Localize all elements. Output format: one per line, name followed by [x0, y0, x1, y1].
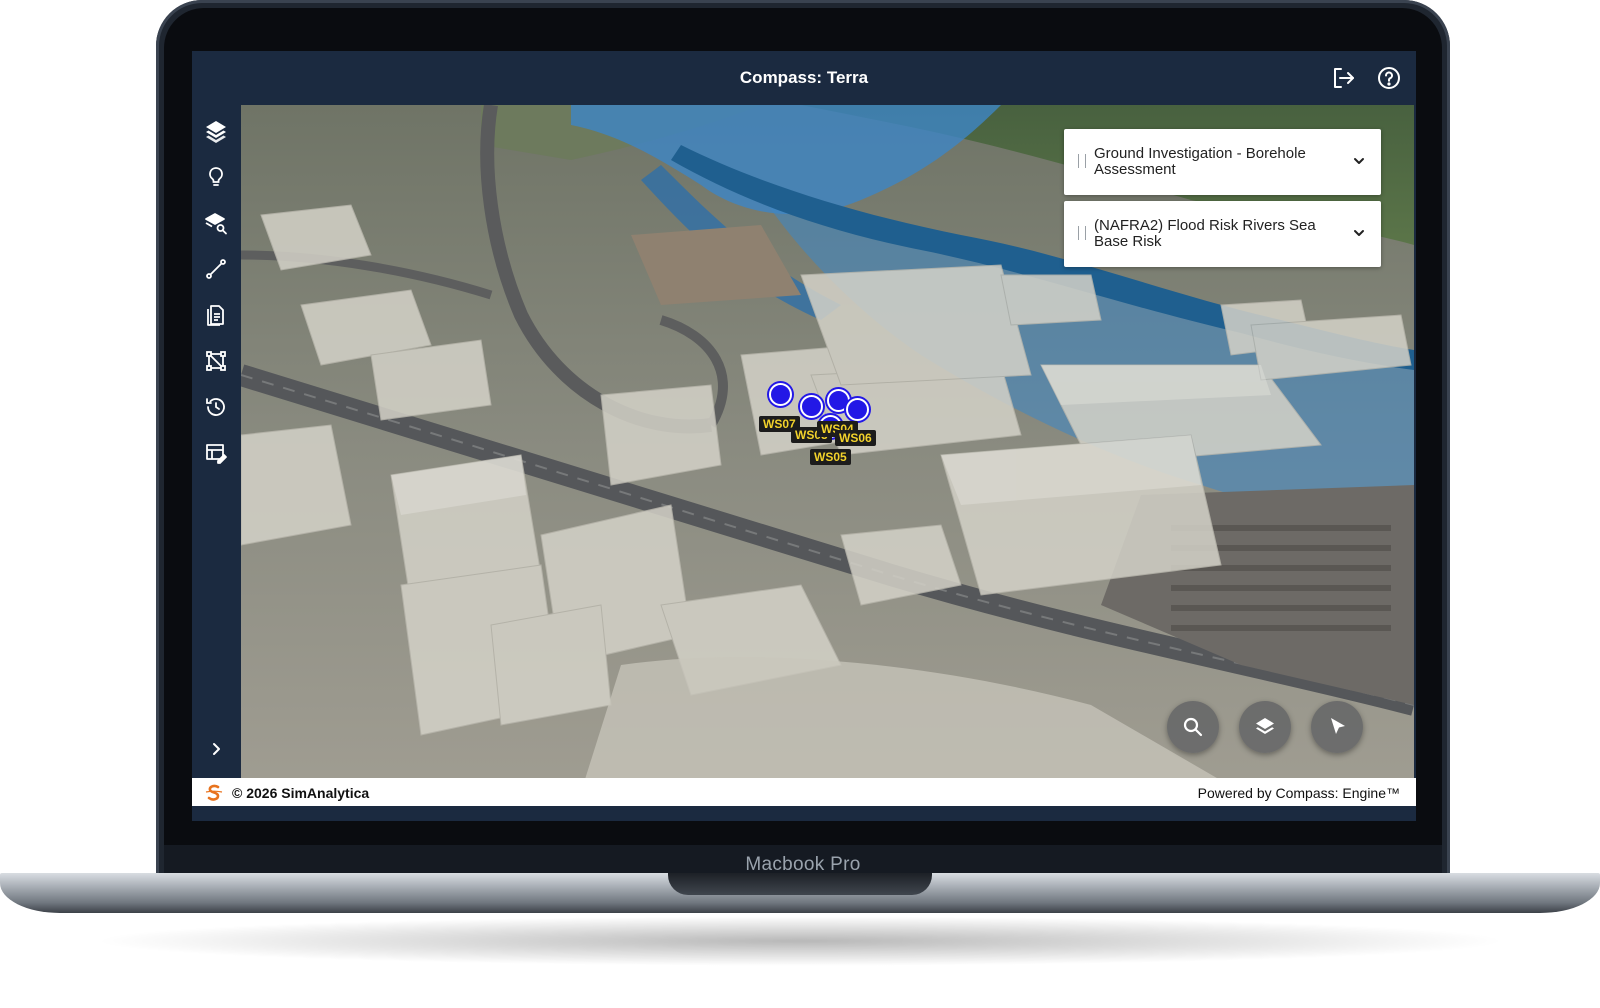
- borehole-label: WS06: [835, 430, 876, 446]
- borehole-label: WS05: [810, 449, 851, 465]
- map-select-button[interactable]: [1311, 701, 1363, 753]
- layer-panel-label: Ground Investigation - Borehole Assessme…: [1094, 145, 1306, 178]
- app-footer: © 2026 SimAnalytica Powered by Compass: …: [192, 778, 1416, 806]
- help-icon[interactable]: [1376, 65, 1402, 91]
- app-screen: Compass: Terra Ground Investigation - Bo…: [192, 51, 1416, 821]
- laptop-shadow: [90, 916, 1510, 966]
- layer-panel-flood-risk[interactable]: (NAFRA2) Flood Risk Rivers Sea Base Risk: [1064, 201, 1381, 267]
- layers-icon: [1256, 718, 1274, 734]
- layer-panel-label: (NAFRA2) Flood Risk Rivers Sea Base Risk: [1094, 217, 1316, 250]
- network-icon[interactable]: [204, 349, 228, 373]
- app-title: Compass: Terra: [739, 68, 869, 87]
- logout-icon[interactable]: [1330, 65, 1356, 91]
- copyright-text: © 2026 SimAnalytica: [232, 785, 370, 801]
- chevron-down-icon[interactable]: [1352, 154, 1366, 168]
- sidebar: [192, 105, 240, 793]
- borehole-marker[interactable]: [800, 395, 823, 418]
- drag-handle-icon[interactable]: [1078, 226, 1086, 240]
- layer-search-icon[interactable]: [204, 211, 228, 235]
- measure-line-icon[interactable]: [204, 257, 228, 281]
- map-layers-button[interactable]: [1239, 701, 1291, 753]
- map-viewport[interactable]: Ground Investigation - Borehole Assessme…: [241, 105, 1414, 792]
- map-search-button[interactable]: [1167, 701, 1219, 753]
- document-icon[interactable]: [204, 303, 228, 327]
- chevron-down-icon[interactable]: [1352, 226, 1366, 240]
- drag-handle-icon[interactable]: [1078, 154, 1086, 168]
- borehole-marker[interactable]: [846, 398, 869, 421]
- lightbulb-icon[interactable]: [204, 165, 228, 189]
- app-header: Compass: Terra: [192, 51, 1416, 105]
- simanalytica-logo-icon: [205, 784, 223, 801]
- chevron-right-icon[interactable]: [206, 739, 226, 759]
- layers-icon[interactable]: [204, 119, 228, 143]
- borehole-marker[interactable]: [769, 383, 792, 406]
- form-edit-icon[interactable]: [204, 441, 228, 465]
- laptop-notch: [668, 873, 932, 895]
- layer-panel-borehole[interactable]: Ground Investigation - Borehole Assessme…: [1064, 129, 1381, 195]
- history-icon[interactable]: [204, 395, 228, 419]
- search-icon: [1183, 717, 1203, 737]
- powered-by-text: Powered by Compass: Engine™: [1197, 785, 1400, 801]
- select-arrow-icon: [1331, 718, 1345, 734]
